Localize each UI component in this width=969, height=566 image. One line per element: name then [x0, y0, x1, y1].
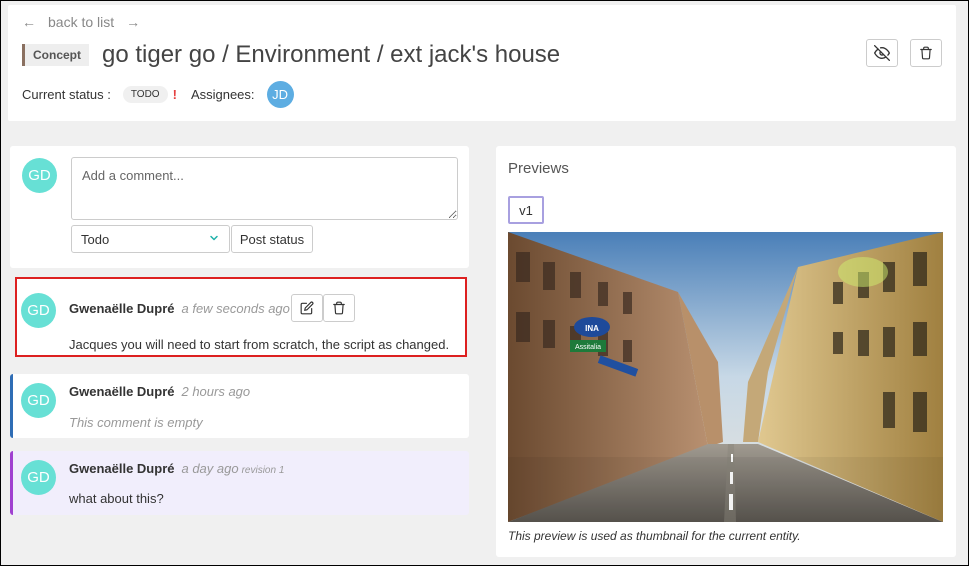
comment-card: GD Gwenaëlle Dupré a few seconds ago Jacq… — [15, 277, 467, 357]
comment-author: Gwenaëlle Dupré a few seconds ago — [69, 301, 290, 316]
comment-text: This comment is empty — [69, 415, 203, 430]
edit-comment-button[interactable] — [291, 294, 323, 322]
comment-card: GD Gwenaëlle Dupré 2 hours ago This comme… — [10, 374, 469, 438]
comment-author: Gwenaëlle Dupré 2 hours ago — [69, 384, 250, 399]
title-row: Concept go tiger go / Environment / ext … — [22, 41, 560, 69]
edit-icon — [300, 301, 314, 315]
author-name: Gwenaëlle Dupré — [69, 301, 175, 316]
svg-text:INA: INA — [585, 324, 599, 333]
chevron-down-icon — [208, 232, 220, 247]
eye-off-icon — [874, 45, 890, 61]
comment-revision: revision 1 — [241, 465, 285, 476]
assignees-label: Assignees: — [190, 87, 255, 102]
preview-image[interactable]: INA Assitalia — [508, 232, 943, 522]
author-name: Gwenaëlle Dupré — [69, 384, 175, 399]
avatar: GD — [21, 293, 56, 328]
assignee-avatar[interactable]: JD — [266, 81, 294, 108]
forward-arrow-icon[interactable]: → — [126, 14, 140, 30]
author-name: Gwenaëlle Dupré — [69, 461, 175, 476]
preview-caption: This preview is used as thumbnail for th… — [508, 529, 801, 543]
entity-header: ← back to list → Concept go tiger go / E… — [8, 5, 956, 121]
comment-text: Jacques you will need to start from scra… — [69, 337, 450, 352]
status-label: Current status : — [22, 87, 111, 102]
status-select-value: Todo — [81, 231, 110, 247]
avatar: GD — [21, 460, 56, 495]
post-status-button[interactable]: Post status — [231, 225, 313, 253]
delete-entity-button[interactable] — [910, 39, 942, 67]
entity-type-badge: Concept — [22, 44, 89, 66]
avatar: GD — [22, 158, 57, 193]
sign-text: Assitalia — [575, 344, 601, 351]
priority-icon: ! — [172, 87, 177, 102]
revision-tab[interactable]: v1 — [508, 196, 544, 224]
delete-comment-button[interactable] — [323, 294, 355, 322]
comment-author: Gwenaëlle Dupré a day ago revision 1 — [69, 461, 284, 476]
trash-icon — [333, 301, 345, 315]
comment-card: GD Gwenaëlle Dupré a day ago revision 1 wh… — [10, 451, 469, 515]
previews-panel: Previews v1 INA Assitalia This preview i… — [496, 146, 956, 557]
new-comment-panel: GD Todo Post status — [10, 146, 469, 268]
status-row: Current status : TODO ! Assignees: JD — [22, 81, 294, 108]
status-badge: TODO — [122, 86, 168, 103]
comment-date: a day ago — [181, 461, 239, 476]
back-arrow-icon[interactable]: ← — [22, 14, 36, 30]
back-to-list-link[interactable]: back to list — [48, 14, 114, 30]
comment-text: what about this? — [69, 491, 164, 506]
previews-title: Previews — [508, 160, 569, 177]
avatar: GD — [21, 383, 56, 418]
comment-date: a few seconds ago — [181, 301, 290, 316]
page-title: go tiger go / Environment / ext jack's h… — [102, 41, 561, 68]
trash-icon — [920, 46, 932, 60]
street-photo: INA Assitalia — [508, 232, 943, 522]
status-select[interactable]: Todo — [71, 225, 230, 253]
hide-button[interactable] — [866, 39, 898, 67]
comment-input[interactable] — [71, 157, 458, 220]
comment-date: 2 hours ago — [181, 384, 251, 399]
nav-bar: ← back to list → — [22, 14, 140, 30]
